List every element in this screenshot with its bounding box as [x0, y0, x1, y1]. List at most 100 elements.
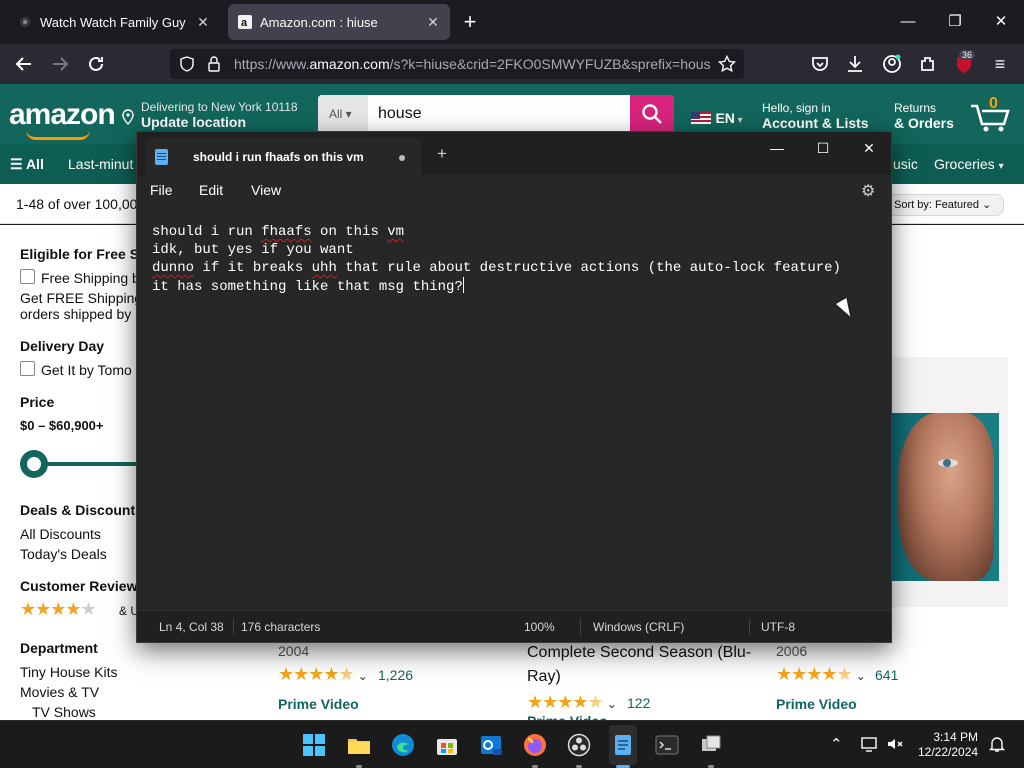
- unsaved-dot-icon[interactable]: [399, 155, 405, 161]
- sort-value: Featured: [934, 199, 979, 211]
- search-button[interactable]: [630, 95, 674, 133]
- eye-image: [938, 459, 958, 467]
- settings-gear-icon[interactable]: ⚙: [861, 181, 875, 201]
- firefox-icon[interactable]: [523, 733, 547, 757]
- status-char-count: 176 characters: [241, 620, 321, 634]
- status-encoding[interactable]: UTF-8: [761, 620, 795, 634]
- language-selector[interactable]: EN ▾: [691, 110, 743, 128]
- browser-nav-bar: https://www.amazon.com/s?k=hiuse&crid=2F…: [0, 44, 1024, 84]
- extensions-icon[interactable]: [916, 52, 940, 76]
- search-input[interactable]: house: [378, 105, 422, 123]
- status-line-endings[interactable]: Windows (CRLF): [593, 620, 684, 634]
- window-maximize-button[interactable]: ❐: [940, 8, 970, 36]
- url-prefix: https://www.: [234, 56, 310, 72]
- new-tab-button[interactable]: +: [458, 8, 482, 36]
- filter-free-shipping-label[interactable]: Free Shipping b: [41, 270, 140, 286]
- prime-video-label[interactable]: Prime Video: [278, 696, 359, 712]
- pocket-icon[interactable]: [808, 52, 832, 76]
- file-explorer-icon[interactable]: [347, 733, 371, 757]
- nav-item-last-minute[interactable]: Last-minut: [68, 156, 133, 172]
- prime-video-label[interactable]: Prime Video: [776, 696, 857, 712]
- product-title-line1[interactable]: Complete Second Season (Blu-: [527, 641, 751, 665]
- microsoft-store-icon[interactable]: [435, 733, 459, 757]
- notepad-tab[interactable]: should i run fhaafs on this vm: [145, 138, 421, 175]
- price-slider-handle[interactable]: [20, 450, 48, 478]
- sort-select[interactable]: Sort by: Featured ⌄: [886, 194, 1004, 216]
- virtual-machine-icon[interactable]: [699, 733, 723, 757]
- notepad-window: should i run fhaafs on this vm + — ☐ ✕ F…: [136, 131, 892, 643]
- tab-family-guy[interactable]: Watch Watch Family Guy Online Free ✕: [8, 4, 220, 40]
- misspelled-word: dunno: [152, 260, 195, 276]
- dept-tiny-house-kits[interactable]: Tiny House Kits: [20, 664, 118, 680]
- price-slider-track[interactable]: [34, 462, 144, 466]
- product-rating-count[interactable]: 122: [627, 695, 650, 711]
- notepad-close-button[interactable]: ✕: [849, 136, 889, 160]
- obs-icon[interactable]: [567, 733, 591, 757]
- tray-overflow-chevron-icon[interactable]: ⌃: [830, 735, 843, 753]
- back-icon[interactable]: [12, 52, 36, 76]
- dept-movies-tv[interactable]: Movies & TV: [20, 684, 99, 700]
- system-clock[interactable]: 3:14 PM 12/22/2024: [918, 730, 978, 760]
- cart-button[interactable]: 0: [970, 95, 1014, 132]
- bookmark-star-icon[interactable]: [718, 55, 736, 73]
- returns-orders[interactable]: Returns & Orders: [894, 101, 954, 131]
- notepad-new-tab-button[interactable]: +: [437, 144, 447, 164]
- start-windows-icon[interactable]: [302, 733, 326, 757]
- rating-filter-stars[interactable]: ★★★★★: [20, 599, 97, 620]
- product-rating-count[interactable]: 1,226: [378, 667, 413, 683]
- tab-close-icon[interactable]: ✕: [196, 14, 210, 31]
- nav-all-menu[interactable]: ☰ All: [10, 156, 44, 173]
- outlook-icon[interactable]: [479, 733, 503, 757]
- network-icon[interactable]: [860, 735, 878, 753]
- delivery-location[interactable]: Delivering to New York 10118 Update loca…: [122, 100, 298, 130]
- shield-icon[interactable]: [179, 56, 195, 72]
- window-close-button[interactable]: ✕: [986, 8, 1016, 36]
- menu-view[interactable]: View: [251, 182, 281, 198]
- filter-heading-price: Price: [20, 394, 55, 410]
- filter-todays-deals[interactable]: Today's Deals: [20, 546, 107, 562]
- nav-item-music[interactable]: usic: [893, 156, 918, 172]
- product-rating-count[interactable]: 641: [875, 667, 898, 683]
- tab-close-icon[interactable]: ✕: [426, 14, 440, 31]
- product-image-house[interactable]: [892, 413, 999, 581]
- filter-all-discounts[interactable]: All Discounts: [20, 526, 101, 542]
- reload-icon[interactable]: [84, 52, 108, 76]
- amazon-logo[interactable]: amazon: [9, 98, 116, 132]
- account-lists[interactable]: Hello, sign in Account & Lists: [762, 101, 869, 131]
- notepad-minimize-button[interactable]: —: [757, 136, 797, 160]
- product-rating-stars[interactable]: ★★★★★ ⌄: [527, 692, 617, 713]
- menu-edit[interactable]: Edit: [199, 182, 223, 198]
- search-category-select[interactable]: All ▾: [318, 95, 368, 133]
- edge-icon[interactable]: [391, 733, 415, 757]
- filter-delivery-label[interactable]: Get It by Tomo: [41, 362, 132, 378]
- lock-icon[interactable]: [206, 55, 222, 73]
- free-shipping-checkbox[interactable]: [20, 269, 35, 284]
- window-minimize-button[interactable]: —: [893, 8, 923, 36]
- nav-item-groceries[interactable]: Groceries ▾: [934, 156, 1004, 172]
- notification-bell-icon[interactable]: [988, 735, 1006, 753]
- notepad-title-bar[interactable]: should i run fhaafs on this vm + — ☐ ✕: [137, 132, 891, 175]
- terminal-icon[interactable]: [655, 733, 679, 757]
- status-separator: [580, 619, 581, 635]
- url-bar[interactable]: https://www.amazon.com/s?k=hiuse&crid=2F…: [170, 49, 744, 79]
- account-icon[interactable]: [880, 52, 904, 76]
- forward-icon[interactable]: [48, 52, 72, 76]
- product-rating-stars[interactable]: ★★★★★ ⌄: [776, 664, 866, 685]
- notepad-text-area[interactable]: should i run fhaafs on this vm idk, but …: [137, 207, 891, 609]
- dept-tv-shows[interactable]: TV Shows: [32, 704, 96, 720]
- browser-tab-bar: Watch Watch Family Guy Online Free ✕ a A…: [0, 0, 1024, 44]
- status-zoom[interactable]: 100%: [524, 620, 555, 634]
- product-rating-stars[interactable]: ★★★★★ ⌄: [278, 664, 368, 685]
- tab-amazon[interactable]: a Amazon.com : hiuse ✕: [228, 4, 450, 40]
- download-icon[interactable]: [843, 52, 867, 76]
- notepad-maximize-button[interactable]: ☐: [803, 136, 843, 160]
- text-segment: should i run: [152, 224, 262, 240]
- menu-file[interactable]: File: [150, 182, 173, 198]
- menu-hamburger-icon[interactable]: ≡: [988, 52, 1012, 76]
- notepad-taskbar-icon[interactable]: [611, 733, 635, 757]
- delivery-checkbox[interactable]: [20, 361, 35, 376]
- results-count: 1-48 of over 100,00: [16, 196, 138, 212]
- product-title-line2[interactable]: Ray): [527, 665, 561, 689]
- volume-muted-icon[interactable]: [886, 735, 904, 753]
- prime-video-label[interactable]: Prime Video: [527, 713, 608, 720]
